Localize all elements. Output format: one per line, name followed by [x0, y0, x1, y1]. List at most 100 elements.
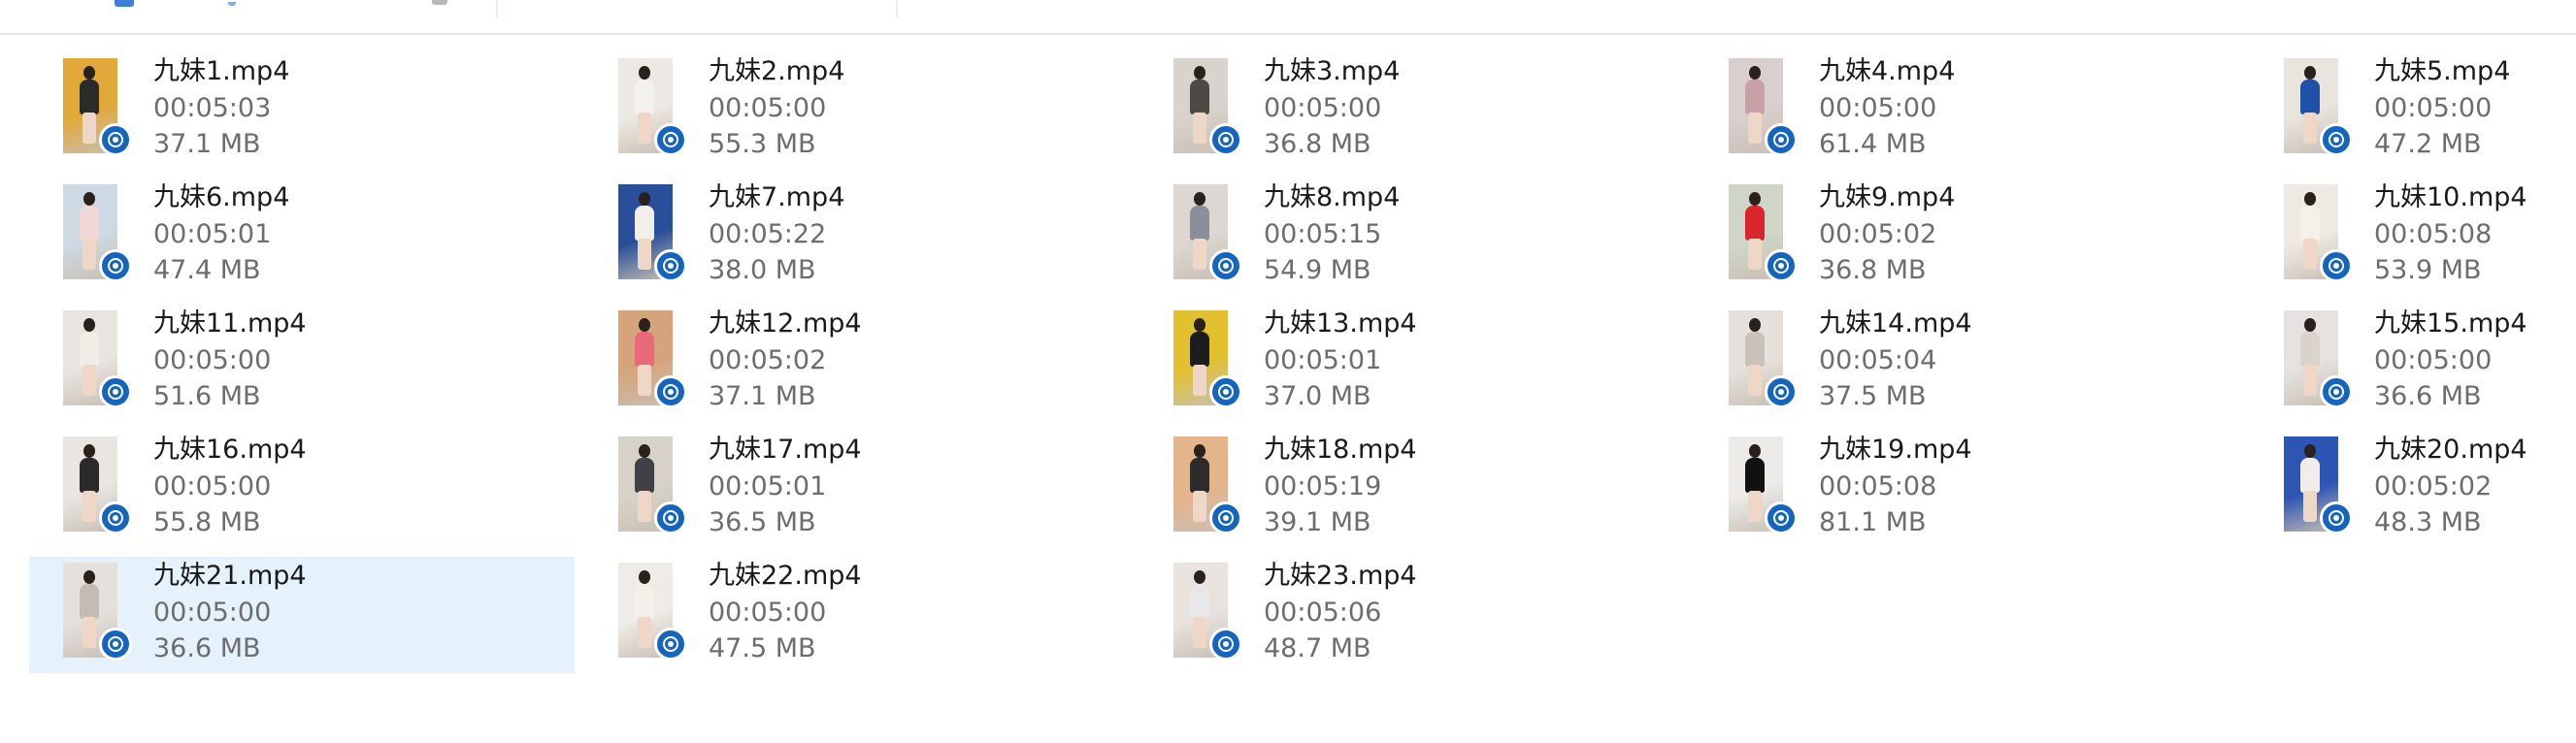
video-reel-icon	[1209, 375, 1242, 408]
file-duration: 00:05:03	[153, 93, 272, 123]
file-size: 37.5 MB	[1819, 381, 1927, 411]
toolbar	[0, 0, 2576, 35]
file-item-18[interactable]: 九妹18.mp4 00:05:19 39.1 MB	[1139, 431, 1685, 547]
file-size: 81.1 MB	[1819, 507, 1927, 537]
file-duration: 00:05:08	[1819, 471, 1937, 501]
file-item-7[interactable]: 九妹7.mp4 00:05:22 38.0 MB	[584, 178, 1130, 295]
video-reel-icon	[2320, 375, 2353, 408]
file-size: 36.6 MB	[153, 633, 261, 663]
video-reel-icon	[1765, 123, 1798, 156]
file-duration: 00:05:00	[153, 345, 272, 375]
video-reel-icon	[99, 249, 132, 282]
toolbar-options-icon[interactable]	[432, 0, 447, 5]
file-item-3[interactable]: 九妹3.mp4 00:05:00 36.8 MB	[1139, 52, 1685, 169]
file-item-14[interactable]: 九妹14.mp4 00:05:04 37.5 MB	[1695, 305, 2240, 421]
video-reel-icon	[1209, 249, 1242, 282]
file-duration: 00:05:02	[2374, 471, 2493, 501]
file-item-15[interactable]: 九妹15.mp4 00:05:00 36.6 MB	[2250, 305, 2576, 421]
video-reel-icon	[99, 628, 132, 661]
file-duration: 00:05:01	[1264, 345, 1382, 375]
file-item-13[interactable]: 九妹13.mp4 00:05:01 37.0 MB	[1139, 305, 1685, 421]
file-duration: 00:05:02	[1819, 219, 1937, 249]
file-name: 九妹7.mp4	[709, 182, 845, 212]
file-name: 九妹6.mp4	[153, 182, 290, 212]
file-name: 九妹8.mp4	[1264, 182, 1401, 212]
file-name: 九妹23.mp4	[1264, 561, 1417, 591]
file-size: 55.8 MB	[153, 507, 261, 537]
video-reel-icon	[1765, 375, 1798, 408]
file-name: 九妹22.mp4	[709, 561, 862, 591]
file-duration: 00:05:02	[709, 345, 827, 375]
file-size: 55.3 MB	[709, 129, 816, 159]
video-reel-icon	[99, 123, 132, 156]
file-item-8[interactable]: 九妹8.mp4 00:05:15 54.9 MB	[1139, 178, 1685, 295]
file-size: 37.1 MB	[153, 129, 261, 159]
toolbar-divider	[896, 0, 898, 17]
file-item-2[interactable]: 九妹2.mp4 00:05:00 55.3 MB	[584, 52, 1130, 169]
file-name: 九妹4.mp4	[1819, 56, 1956, 86]
file-item-17[interactable]: 九妹17.mp4 00:05:01 36.5 MB	[584, 431, 1130, 547]
file-item-12[interactable]: 九妹12.mp4 00:05:02 37.1 MB	[584, 305, 1130, 421]
file-duration: 00:05:01	[153, 219, 272, 249]
file-name: 九妹10.mp4	[2374, 182, 2527, 212]
toolbar-small-icon[interactable]	[228, 2, 236, 6]
video-reel-icon	[1765, 501, 1798, 534]
file-item-11[interactable]: 九妹11.mp4 00:05:00 51.6 MB	[29, 305, 575, 421]
file-duration: 00:05:08	[2374, 219, 2493, 249]
file-item-10[interactable]: 九妹10.mp4 00:05:08 53.9 MB	[2250, 178, 2576, 295]
file-size: 36.8 MB	[1819, 255, 1927, 285]
file-duration: 00:05:00	[153, 471, 272, 501]
file-item-6[interactable]: 九妹6.mp4 00:05:01 47.4 MB	[29, 178, 575, 295]
video-reel-icon	[1209, 628, 1242, 661]
file-name: 九妹16.mp4	[153, 435, 307, 465]
file-item-20[interactable]: 九妹20.mp4 00:05:02 48.3 MB	[2250, 431, 2576, 547]
file-size: 47.4 MB	[153, 255, 261, 285]
file-item-21[interactable]: 九妹21.mp4 00:05:00 36.6 MB	[29, 557, 575, 673]
file-name: 九妹11.mp4	[153, 308, 307, 339]
file-name: 九妹9.mp4	[1819, 182, 1956, 212]
file-name: 九妹17.mp4	[709, 435, 862, 465]
file-size: 48.7 MB	[1264, 633, 1371, 663]
file-duration: 00:05:01	[709, 471, 827, 501]
video-reel-icon	[654, 123, 687, 156]
file-duration: 00:05:00	[709, 598, 827, 628]
file-item-5[interactable]: 九妹5.mp4 00:05:00 47.2 MB	[2250, 52, 2576, 169]
file-duration: 00:05:15	[1264, 219, 1382, 249]
video-reel-icon	[654, 249, 687, 282]
toolbar-divider	[496, 0, 498, 17]
video-reel-icon	[2320, 501, 2353, 534]
file-item-23[interactable]: 九妹23.mp4 00:05:06 48.7 MB	[1139, 557, 1685, 673]
file-duration: 00:05:04	[1819, 345, 1937, 375]
file-size: 51.6 MB	[153, 381, 261, 411]
file-item-9[interactable]: 九妹9.mp4 00:05:02 36.8 MB	[1695, 178, 2240, 295]
file-item-16[interactable]: 九妹16.mp4 00:05:00 55.8 MB	[29, 431, 575, 547]
file-size: 47.2 MB	[2374, 129, 2482, 159]
video-reel-icon	[2320, 249, 2353, 282]
file-duration: 00:05:00	[1264, 93, 1382, 123]
video-reel-icon	[1209, 501, 1242, 534]
file-item-19[interactable]: 九妹19.mp4 00:05:08 81.1 MB	[1695, 431, 2240, 547]
video-reel-icon	[654, 628, 687, 661]
file-name: 九妹1.mp4	[153, 56, 290, 86]
file-size: 39.1 MB	[1264, 507, 1371, 537]
file-item-1[interactable]: 九妹1.mp4 00:05:03 37.1 MB	[29, 52, 575, 169]
video-reel-icon	[1209, 123, 1242, 156]
file-name: 九妹3.mp4	[1264, 56, 1401, 86]
file-item-22[interactable]: 九妹22.mp4 00:05:00 47.5 MB	[584, 557, 1130, 673]
file-duration: 00:05:06	[1264, 598, 1382, 628]
file-size: 36.8 MB	[1264, 129, 1371, 159]
video-reel-icon	[2320, 123, 2353, 156]
file-duration: 00:05:00	[2374, 93, 2493, 123]
file-name: 九妹15.mp4	[2374, 308, 2527, 339]
file-size: 48.3 MB	[2374, 507, 2482, 537]
file-size: 37.0 MB	[1264, 381, 1371, 411]
file-name: 九妹13.mp4	[1264, 308, 1417, 339]
file-size: 38.0 MB	[709, 255, 816, 285]
file-name: 九妹12.mp4	[709, 308, 862, 339]
file-duration: 00:05:00	[1819, 93, 1937, 123]
file-item-4[interactable]: 九妹4.mp4 00:05:00 61.4 MB	[1695, 52, 2240, 169]
file-size: 53.9 MB	[2374, 255, 2482, 285]
file-name: 九妹19.mp4	[1819, 435, 1972, 465]
toolbar-layout-icon[interactable]	[115, 0, 134, 7]
video-reel-icon	[99, 375, 132, 408]
